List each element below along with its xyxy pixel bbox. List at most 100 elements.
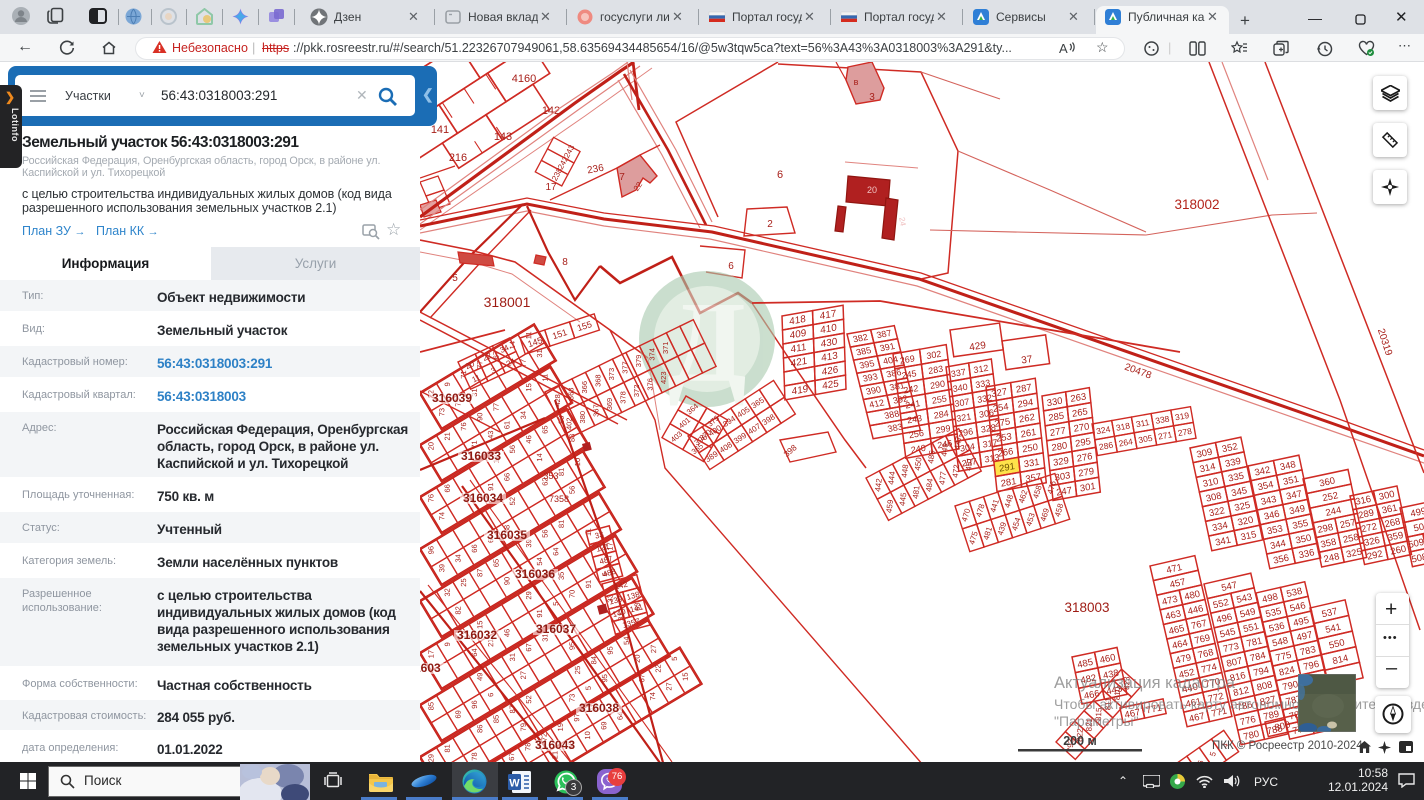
- svg-text:6: 6: [777, 169, 783, 181]
- svg-text:85: 85: [492, 715, 501, 723]
- svg-text:52: 52: [508, 497, 517, 505]
- svg-text:11: 11: [540, 374, 549, 382]
- svg-text:5: 5: [584, 686, 593, 690]
- svg-text:451: 451: [964, 456, 975, 471]
- svg-text:20: 20: [426, 442, 435, 450]
- svg-text:27: 27: [664, 682, 673, 690]
- svg-text:27: 27: [519, 671, 528, 679]
- svg-text:7: 7: [619, 172, 625, 183]
- svg-text:70: 70: [568, 590, 577, 598]
- svg-text:56: 56: [540, 529, 549, 537]
- svg-text:368: 368: [594, 374, 603, 387]
- svg-text:67: 67: [507, 752, 516, 760]
- svg-text:378: 378: [618, 391, 627, 404]
- svg-text:65: 65: [492, 559, 501, 567]
- svg-text:376: 376: [645, 378, 654, 391]
- svg-text:66: 66: [470, 544, 479, 552]
- svg-text:54: 54: [535, 557, 544, 565]
- svg-text:32: 32: [443, 588, 452, 596]
- svg-text:481: 481: [911, 485, 922, 500]
- svg-text:90: 90: [475, 413, 484, 421]
- svg-text:363: 363: [567, 388, 576, 401]
- svg-text:27: 27: [649, 645, 658, 653]
- svg-text:316036: 316036: [515, 567, 555, 581]
- svg-text:17: 17: [426, 650, 435, 658]
- svg-text:367: 367: [591, 404, 600, 417]
- svg-text:14: 14: [535, 453, 544, 461]
- svg-text:49: 49: [475, 673, 484, 681]
- svg-text:73: 73: [568, 694, 577, 702]
- svg-text:64: 64: [551, 547, 560, 555]
- svg-text:369: 369: [605, 398, 614, 411]
- svg-text:A: A: [1059, 41, 1068, 56]
- svg-text:65: 65: [540, 425, 549, 433]
- svg-text:371: 371: [661, 342, 670, 355]
- svg-text:428: 428: [553, 394, 562, 407]
- svg-text:91: 91: [584, 580, 593, 588]
- svg-text:81: 81: [443, 744, 452, 752]
- svg-text:316043: 316043: [535, 738, 575, 752]
- svg-text:316038: 316038: [579, 701, 619, 715]
- svg-text:366: 366: [580, 381, 589, 394]
- svg-text:508: 508: [1411, 552, 1424, 566]
- svg-text:69: 69: [454, 710, 463, 718]
- svg-text:34: 34: [454, 554, 463, 562]
- svg-text:25: 25: [459, 578, 468, 586]
- svg-text:9: 9: [443, 382, 452, 386]
- svg-text:85: 85: [426, 702, 435, 710]
- svg-text:39: 39: [437, 564, 446, 572]
- svg-text:450: 450: [913, 456, 924, 471]
- svg-text:86: 86: [475, 725, 484, 733]
- svg-text:73: 73: [437, 408, 446, 416]
- svg-text:8: 8: [562, 257, 568, 268]
- svg-text:377: 377: [620, 361, 629, 374]
- svg-text:"Параметры": "Параметры": [1054, 713, 1139, 729]
- svg-text:316039: 316039: [432, 391, 472, 405]
- svg-text:W: W: [509, 778, 520, 790]
- svg-text:21: 21: [443, 432, 452, 440]
- svg-text:91: 91: [486, 483, 495, 491]
- svg-text:318003: 318003: [1064, 600, 1109, 615]
- svg-text:484: 484: [924, 477, 935, 492]
- svg-text:477: 477: [938, 470, 949, 485]
- svg-text:78: 78: [470, 752, 479, 760]
- svg-text:34: 34: [519, 411, 528, 419]
- svg-text:380: 380: [578, 411, 587, 424]
- svg-text:5: 5: [670, 657, 679, 661]
- svg-text:66: 66: [443, 484, 452, 492]
- svg-text:374: 374: [647, 348, 656, 361]
- svg-text:52: 52: [524, 695, 533, 703]
- svg-text:442: 442: [873, 477, 884, 492]
- svg-text:76: 76: [426, 494, 435, 502]
- svg-text:22: 22: [654, 664, 663, 672]
- svg-text:61: 61: [502, 421, 511, 429]
- svg-text:Чтобы активировать карту автон: Чтобы активировать карту автономно, пере…: [1054, 696, 1424, 712]
- svg-text:56: 56: [508, 445, 517, 453]
- svg-text:316032: 316032: [457, 628, 497, 642]
- svg-text:в: в: [854, 77, 859, 87]
- svg-text:20: 20: [867, 185, 877, 195]
- svg-text:56: 56: [568, 486, 577, 494]
- svg-text:379: 379: [634, 355, 643, 368]
- svg-text:46: 46: [502, 629, 511, 637]
- svg-text:447: 447: [953, 435, 964, 450]
- svg-text:43: 43: [486, 431, 495, 439]
- svg-text:46: 46: [524, 435, 533, 443]
- svg-text:373: 373: [607, 368, 616, 381]
- svg-text:4160: 4160: [512, 73, 536, 85]
- svg-text:76: 76: [459, 422, 468, 430]
- svg-text:141: 141: [431, 124, 449, 136]
- svg-text:402: 402: [564, 418, 573, 431]
- svg-text:316033: 316033: [461, 449, 501, 463]
- svg-text:69: 69: [599, 721, 608, 729]
- svg-text:37: 37: [1021, 354, 1034, 367]
- svg-text:504: 504: [1413, 520, 1424, 534]
- svg-text:29: 29: [426, 754, 435, 762]
- svg-text:95: 95: [606, 646, 615, 654]
- svg-text:459: 459: [885, 499, 896, 514]
- svg-text:87: 87: [475, 569, 484, 577]
- svg-text:ПКК © Росреестр 2010-2024: ПКК © Росреестр 2010-2024: [1212, 740, 1363, 752]
- svg-text:6: 6: [486, 693, 495, 697]
- svg-text:78: 78: [523, 743, 532, 751]
- svg-text:316037: 316037: [536, 622, 576, 636]
